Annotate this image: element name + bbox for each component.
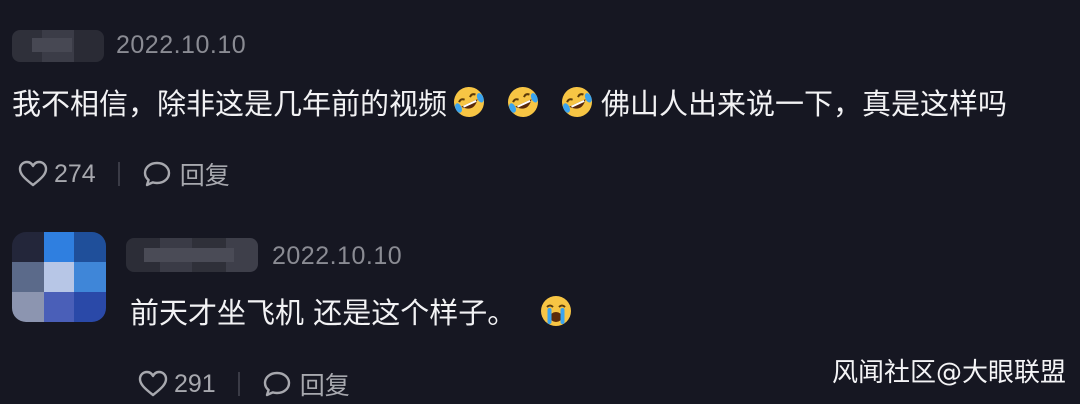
comment-text-part-1: 我不相信，除非这是几年前的视频 (12, 87, 448, 121)
comment-text-part-2: 佛山人出来说一下，真是这样吗 (601, 87, 1008, 121)
comment-date-1: 2022.10.10 (116, 31, 247, 59)
comment-actions-2: 291 回复 (138, 368, 350, 400)
like-button-2[interactable]: 291 (138, 370, 216, 399)
username-redacted-2[interactable] (126, 238, 258, 272)
heart-icon (138, 370, 168, 398)
heart-icon (18, 160, 48, 188)
watermark: 风闻社区@大眼联盟 (831, 358, 1066, 388)
reply-label-2: 回复 (299, 371, 350, 400)
speech-bubble-icon (262, 370, 292, 398)
like-button-1[interactable]: 274 (18, 160, 96, 189)
loudly-crying-face-icon (538, 293, 574, 329)
comment-text-2: 前天才坐飞机 还是这个样子。 (130, 291, 574, 331)
reply-button-1[interactable]: 回复 (142, 156, 230, 192)
username-redacted-1[interactable] (12, 30, 104, 62)
reply-button-2[interactable]: 回复 (262, 366, 350, 402)
comment-text-body: 前天才坐飞机 还是这个样子。 (130, 296, 517, 330)
action-divider (237, 372, 240, 396)
reply-label-1: 回复 (179, 161, 230, 190)
comment-text-1: 我不相信，除非这是几年前的视频 佛山人出来说一下，真是这样吗 (12, 82, 1007, 122)
rolling-on-floor-laughing-icon (559, 84, 595, 120)
avatar[interactable] (12, 232, 106, 322)
like-count-2: 291 (174, 369, 216, 398)
action-divider (117, 162, 120, 186)
comment-date-2: 2022.10.10 (272, 242, 403, 270)
like-count-1: 274 (54, 159, 96, 188)
speech-bubble-icon (142, 160, 172, 188)
comment-actions-1: 274 回复 (18, 158, 230, 190)
rolling-on-floor-laughing-icon (451, 84, 487, 120)
rolling-on-floor-laughing-icon (505, 84, 541, 120)
